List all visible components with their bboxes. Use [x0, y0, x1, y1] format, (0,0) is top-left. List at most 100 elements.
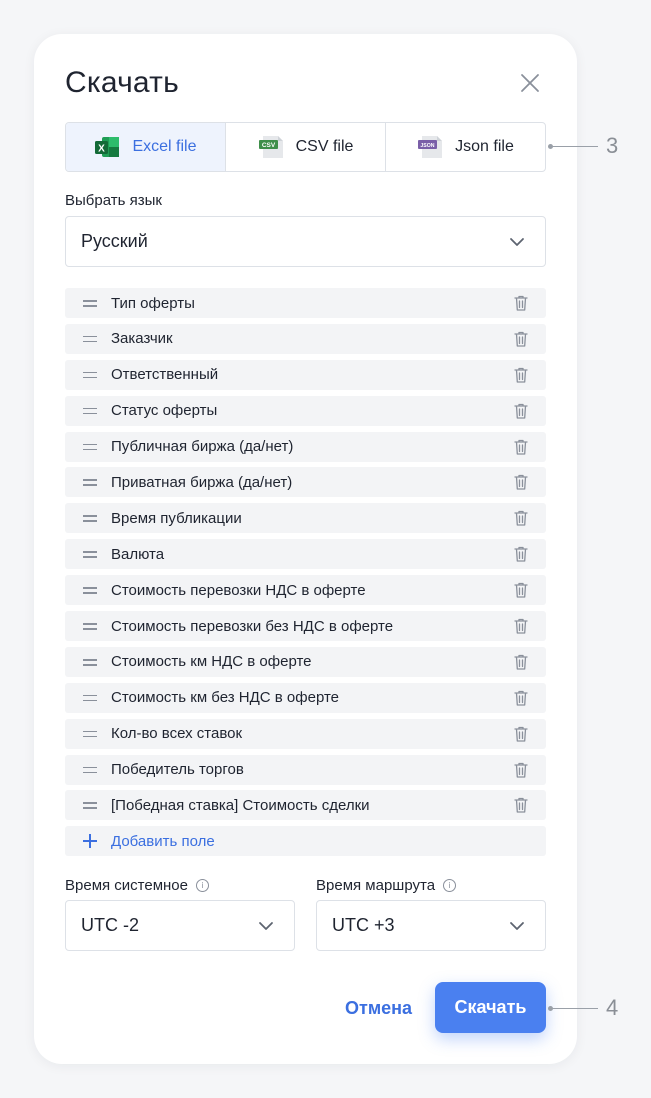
field-label: Победитель торгов	[111, 761, 244, 779]
trash-icon[interactable]	[514, 762, 528, 778]
trash-icon[interactable]	[514, 618, 528, 634]
drag-handle-icon[interactable]	[83, 407, 97, 415]
route-time-label: Время маршрута i	[316, 877, 457, 894]
trash-icon[interactable]	[514, 439, 528, 455]
field-row: Валюта	[65, 539, 546, 570]
route-time-label-text: Время маршрута	[316, 877, 436, 894]
trash-icon[interactable]	[514, 367, 528, 383]
field-label: Стоимость км НДС в оферте	[111, 653, 312, 671]
field-row: Тип оферты	[65, 288, 546, 318]
field-row: Статус оферты	[65, 395, 546, 426]
field-label: Стоимость перевозки НДС в оферте	[111, 581, 366, 599]
drag-handle-icon[interactable]	[83, 730, 97, 738]
field-label: Ответственный	[111, 366, 219, 384]
drag-handle-icon[interactable]	[83, 299, 97, 307]
field-row: Заказчик	[65, 323, 546, 354]
field-row: [Победная ставка] Стоимость сделки	[65, 790, 546, 821]
system-time-select[interactable]: UTC -2	[65, 900, 295, 951]
drag-handle-icon[interactable]	[83, 335, 97, 343]
field-label: Кол-во всех ставок	[111, 725, 243, 743]
callout-line	[548, 143, 598, 149]
info-icon[interactable]: i	[443, 879, 457, 892]
excel-file-icon: X	[95, 137, 120, 157]
trash-icon[interactable]	[514, 726, 528, 742]
field-row: Ответственный	[65, 359, 546, 390]
trash-icon[interactable]	[514, 510, 528, 526]
language-value: Русский	[81, 231, 148, 251]
drag-handle-icon[interactable]	[83, 694, 97, 702]
callout-number: 4	[606, 995, 619, 1020]
drag-handle-icon[interactable]	[83, 586, 97, 594]
drag-handle-icon[interactable]	[83, 622, 97, 630]
drag-handle-icon[interactable]	[83, 478, 97, 487]
drag-handle-icon[interactable]	[83, 658, 97, 666]
field-label: Валюта	[111, 545, 165, 563]
close-icon[interactable]	[519, 72, 541, 94]
download-button[interactable]: Скачать	[435, 982, 546, 1033]
json-file-icon: JSON	[418, 136, 443, 158]
field-label: Статус оферты	[111, 402, 218, 420]
system-time-label: Время системное i	[65, 877, 209, 894]
trash-icon[interactable]	[514, 582, 528, 598]
drag-handle-icon[interactable]	[83, 801, 97, 810]
drag-handle-icon[interactable]	[83, 514, 97, 522]
chevron-down-icon	[510, 237, 524, 246]
field-label: Публичная биржа (да/нет)	[111, 438, 294, 456]
drag-handle-icon[interactable]	[83, 371, 97, 379]
field-label: [Победная ставка] Стоимость сделки	[111, 796, 370, 814]
system-time-label-text: Время системное	[65, 877, 188, 894]
trash-icon[interactable]	[514, 690, 528, 706]
drag-handle-icon[interactable]	[83, 550, 97, 558]
info-icon[interactable]: i	[196, 879, 209, 892]
tab-label: Excel file	[132, 138, 197, 155]
chevron-down-icon	[259, 921, 273, 930]
field-row: Стоимость перевозки без НДС в оферте	[65, 611, 546, 642]
svg-text:CSV: CSV	[261, 142, 275, 149]
field-label: Стоимость перевозки без НДС в оферте	[111, 617, 394, 635]
language-label: Выбрать язык	[65, 192, 162, 209]
trash-icon[interactable]	[514, 546, 528, 562]
add-field-label: Добавить поле	[111, 832, 215, 850]
language-select[interactable]: Русский	[65, 216, 546, 267]
field-row: Стоимость перевозки НДС в оферте	[65, 575, 546, 606]
svg-text:JSON: JSON	[421, 143, 435, 149]
callout-4: 4	[548, 995, 619, 1021]
field-label: Заказчик	[111, 330, 173, 348]
trash-icon[interactable]	[514, 797, 528, 814]
tab-csv[interactable]: CSV CSV file	[225, 123, 385, 171]
tab-json[interactable]: JSON Json file	[385, 123, 545, 171]
field-row: Стоимость км без НДС в оферте	[65, 682, 546, 713]
format-tabs: X Excel file CSV CSV file JSON Json file	[65, 122, 546, 172]
route-time-value: UTC +3	[332, 915, 395, 935]
trash-icon[interactable]	[514, 295, 528, 311]
svg-text:X: X	[99, 144, 106, 155]
cancel-button[interactable]: Отмена	[345, 998, 412, 1019]
tab-excel[interactable]: X Excel file	[66, 123, 225, 171]
field-label: Время публикации	[111, 509, 242, 527]
trash-icon[interactable]	[514, 331, 528, 347]
drag-handle-icon[interactable]	[83, 443, 97, 451]
export-fields-list: Тип оферты Заказчик Ответственный Статус оф…	[65, 288, 546, 857]
system-time-value: UTC -2	[81, 915, 139, 935]
add-field-button[interactable]: Добавить поле	[65, 826, 546, 857]
callout-number: 3	[606, 133, 619, 158]
drag-handle-icon[interactable]	[83, 766, 97, 774]
trash-icon[interactable]	[514, 403, 528, 419]
field-row: Кол-во всех ставок	[65, 718, 546, 749]
field-row: Победитель торгов	[65, 754, 546, 785]
download-dialog: Скачать X Excel file CSV CSV file JSON J…	[34, 34, 577, 1064]
callout-3: 3	[548, 133, 619, 159]
trash-icon[interactable]	[514, 654, 528, 670]
tab-label: CSV file	[295, 138, 354, 155]
field-label: Стоимость км без НДС в оферте	[111, 689, 339, 707]
field-row: Приватная биржа (да/нет)	[65, 467, 546, 498]
plus-icon	[83, 834, 97, 849]
csv-file-icon: CSV	[258, 136, 283, 158]
field-row: Публичная биржа (да/нет)	[65, 431, 546, 462]
chevron-down-icon	[510, 921, 524, 930]
route-time-select[interactable]: UTC +3	[316, 900, 546, 951]
field-row: Время публикации	[65, 503, 546, 534]
field-label: Тип оферты	[111, 294, 195, 312]
trash-icon[interactable]	[514, 474, 528, 491]
tab-label: Json file	[455, 138, 514, 155]
